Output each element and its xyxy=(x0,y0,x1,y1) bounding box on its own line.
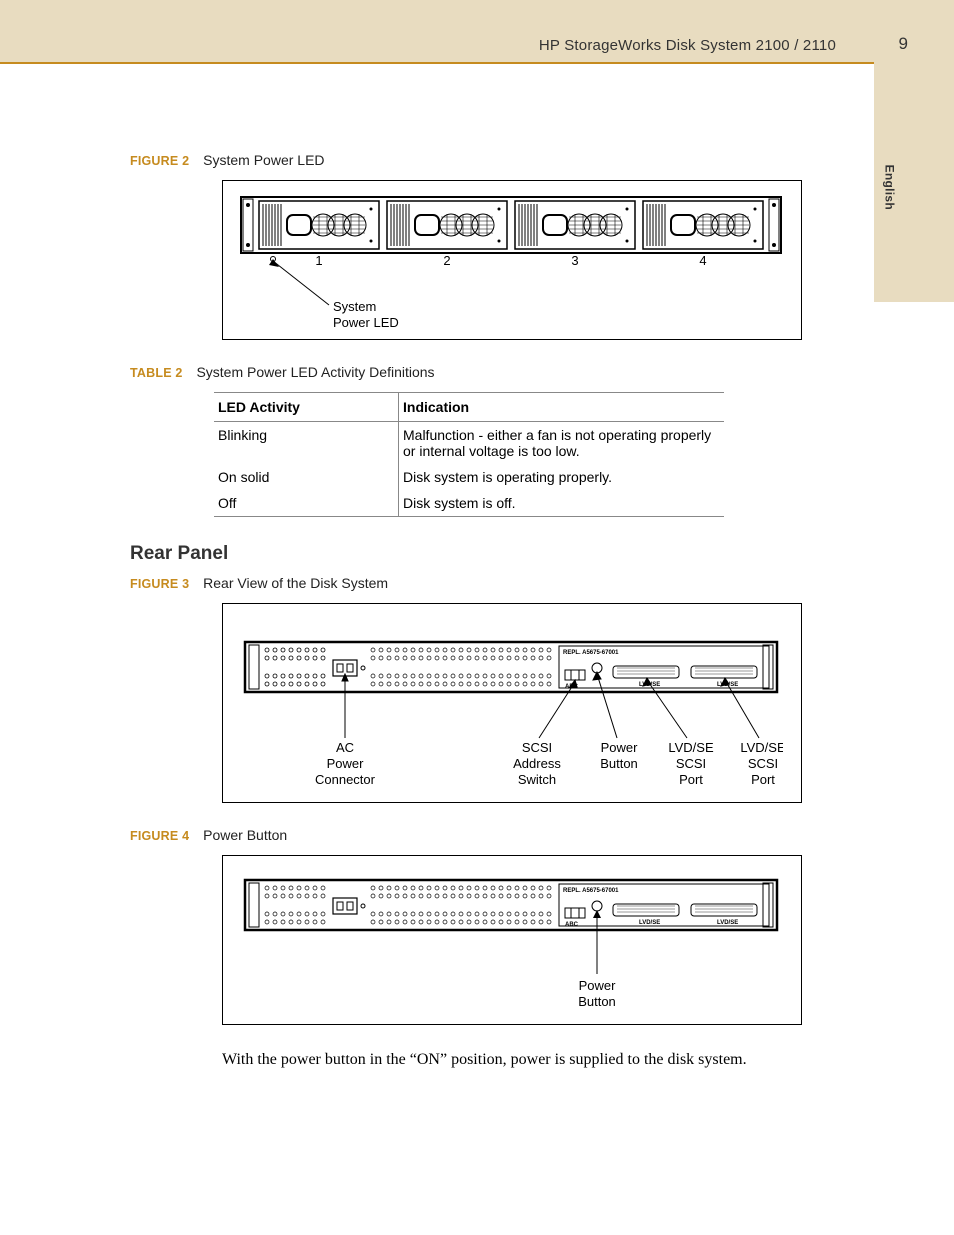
table-header-row: LED Activity Indication xyxy=(214,393,724,422)
lvdse-label-2: LVD/SE xyxy=(717,920,738,926)
figure3-label: FIGURE 3 xyxy=(130,577,189,591)
repl-label: REPL. A5675-67001 xyxy=(563,650,619,656)
table2-caption-row: TABLE 2 System Power LED Activity Defini… xyxy=(130,364,824,380)
table2-header-activity: LED Activity xyxy=(214,393,399,422)
slot-num-2: 2 xyxy=(443,253,450,268)
table2-r0-indication: Malfunction - either a fan is not operat… xyxy=(399,422,725,465)
doc-title: HP StorageWorks Disk System 2100 / 2110 xyxy=(539,37,836,54)
slot-num-3: 3 xyxy=(571,253,578,268)
callout-ac-l1: AC xyxy=(336,740,354,755)
figure2-callout-l2: Power LED xyxy=(333,315,399,330)
rear-panel-heading: Rear Panel xyxy=(130,543,824,565)
figure4-label: FIGURE 4 xyxy=(130,829,189,843)
figure2-diagram: 1 2 3 4 System Power LED xyxy=(239,195,783,335)
slot-num-1: 1 xyxy=(315,253,322,268)
figure3-box: REPL. A5675-67001 ABC LVD/SE LVD/SE xyxy=(222,603,802,803)
callout-lvd1-l3: Port xyxy=(679,772,703,787)
fig4-callout-l1: Power xyxy=(579,978,617,993)
table-row: On solid Disk system is operating proper… xyxy=(214,464,724,490)
callout-lvd1-l2: SCSI xyxy=(676,756,706,771)
figure2-callout-l1: System xyxy=(333,299,376,314)
table2-r0-activity: Blinking xyxy=(214,422,399,465)
callout-scsi-l1: SCSI xyxy=(522,740,552,755)
fig4-callout-l2: Button xyxy=(578,994,616,1009)
table-row: Off Disk system is off. xyxy=(214,490,724,517)
callout-ac-l2: Power xyxy=(327,756,365,771)
abc-label: ABC xyxy=(565,922,579,928)
lvdse-label-1: LVD/SE xyxy=(639,920,660,926)
power-button-paragraph: With the power button in the “ON” positi… xyxy=(222,1049,822,1071)
table2-r1-activity: On solid xyxy=(214,464,399,490)
figure2-box: 1 2 3 4 System Power LED xyxy=(222,180,802,340)
table2-caption: System Power LED Activity Definitions xyxy=(196,364,434,380)
table2-r2-activity: Off xyxy=(214,490,399,517)
table2-header-indication: Indication xyxy=(399,393,725,422)
table-row: Blinking Malfunction - either a fan is n… xyxy=(214,422,724,465)
table2: LED Activity Indication Blinking Malfunc… xyxy=(214,392,724,517)
repl-label: REPL. A5675-67001 xyxy=(563,888,619,894)
figure2-caption-row: FIGURE 2 System Power LED xyxy=(130,152,824,168)
callout-lvd2-l2: SCSI xyxy=(748,756,778,771)
page-number: 9 xyxy=(899,34,908,54)
page-content: FIGURE 2 System Power LED xyxy=(0,64,954,1111)
figure4-box: REPL. A5675-67001 ABC LVD/SE LVD/SE Powe… xyxy=(222,855,802,1025)
figure2-caption: System Power LED xyxy=(203,152,324,168)
figure4-diagram: REPL. A5675-67001 ABC LVD/SE LVD/SE Powe… xyxy=(239,874,783,1024)
figure4-caption-row: FIGURE 4 Power Button xyxy=(130,827,824,843)
callout-scsi-l3: Switch xyxy=(518,772,556,787)
callout-pwr-l2: Button xyxy=(600,756,638,771)
figure4-caption: Power Button xyxy=(203,827,287,843)
figure3-caption: Rear View of the Disk System xyxy=(203,575,388,591)
header-bar: HP StorageWorks Disk System 2100 / 2110 … xyxy=(0,0,954,64)
callout-lvd2-l1: LVD/SE xyxy=(740,740,783,755)
figure2-label: FIGURE 2 xyxy=(130,154,189,168)
table2-r1-indication: Disk system is operating properly. xyxy=(399,464,725,490)
callout-pwr-l1: Power xyxy=(601,740,639,755)
figure3-diagram: REPL. A5675-67001 ABC LVD/SE LVD/SE xyxy=(239,622,783,798)
callout-lvd1-l1: LVD/SE xyxy=(668,740,714,755)
figure3-caption-row: FIGURE 3 Rear View of the Disk System xyxy=(130,575,824,591)
callout-scsi-l2: Address xyxy=(513,756,561,771)
callout-lvd2-l3: Port xyxy=(751,772,775,787)
callout-ac-l3: Connector xyxy=(315,772,376,787)
table2-r2-indication: Disk system is off. xyxy=(399,490,725,517)
slot-num-4: 4 xyxy=(699,253,706,268)
table2-label: TABLE 2 xyxy=(130,366,183,380)
